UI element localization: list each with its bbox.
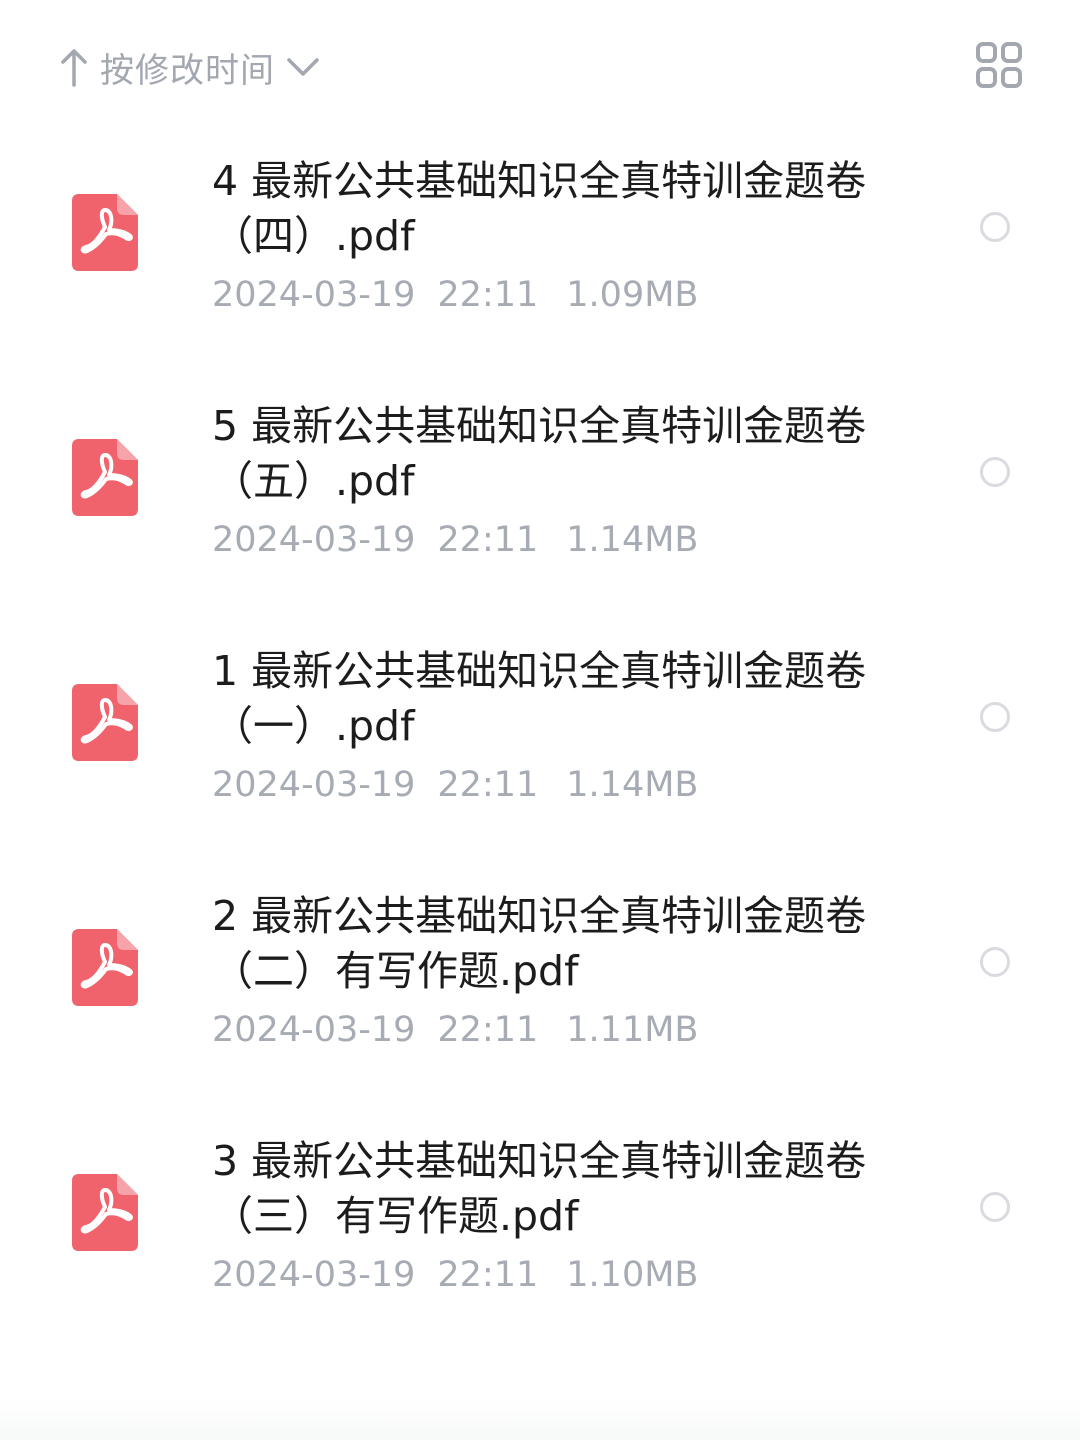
file-size: 1.14MB <box>566 520 699 560</box>
file-time: 22:11 <box>437 520 539 560</box>
grid-view-icon <box>974 40 1024 94</box>
file-name: 5 最新公共基础知识全真特训金题卷（五）.pdf <box>212 402 867 505</box>
file-name: 2 最新公共基础知识全真特训金题卷（二）有写作题.pdf <box>212 892 867 995</box>
file-row[interactable]: 4 最新公共基础知识全真特训金题卷（四）.pdf 2024-03-19 22:11… <box>0 140 1080 385</box>
pdf-file-icon <box>72 194 138 271</box>
file-meta: 2024-03-19 22:11 1.14MB <box>212 518 698 562</box>
file-date: 2024-03-19 <box>212 1255 416 1295</box>
file-name: 4 最新公共基础知识全真特训金题卷（四）.pdf <box>212 157 867 260</box>
file-time: 22:11 <box>437 275 539 315</box>
file-meta: 2024-03-19 22:11 1.09MB <box>212 273 698 317</box>
file-size: 1.09MB <box>566 275 699 315</box>
file-meta: 2024-03-19 22:11 1.10MB <box>212 1253 698 1297</box>
file-time: 22:11 <box>437 765 539 805</box>
file-time: 22:11 <box>437 1255 539 1295</box>
chevron-down-icon <box>285 55 321 79</box>
file-size: 1.10MB <box>566 1255 699 1295</box>
pdf-file-icon <box>72 439 138 516</box>
file-row[interactable]: 2 最新公共基础知识全真特训金题卷（二）有写作题.pdf 2024-03-19 2… <box>0 875 1080 1120</box>
file-row[interactable]: 3 最新公共基础知识全真特训金题卷（三）有写作题.pdf 2024-03-19 2… <box>0 1120 1080 1365</box>
select-radio[interactable] <box>980 212 1010 242</box>
file-row[interactable]: 5 最新公共基础知识全真特训金题卷（五）.pdf 2024-03-19 22:11… <box>0 385 1080 630</box>
select-radio[interactable] <box>980 1192 1010 1222</box>
file-name: 1 最新公共基础知识全真特训金题卷（一）.pdf <box>212 647 867 750</box>
file-date: 2024-03-19 <box>212 275 416 315</box>
file-date: 2024-03-19 <box>212 1010 416 1050</box>
pdf-file-icon <box>72 1174 138 1251</box>
file-size: 1.11MB <box>566 1010 699 1050</box>
arrow-up-icon <box>60 47 88 87</box>
file-name: 3 最新公共基础知识全真特训金题卷（三）有写作题.pdf <box>212 1137 867 1240</box>
file-size: 1.14MB <box>566 765 699 805</box>
file-date: 2024-03-19 <box>212 765 416 805</box>
file-time: 22:11 <box>437 1010 539 1050</box>
file-browser-page: 按修改时间 4 最新公共基础知识全真特训金题卷（四）.pdf 2024-03-1… <box>0 0 1080 1440</box>
pdf-file-icon <box>72 929 138 1006</box>
select-radio[interactable] <box>980 702 1010 732</box>
file-meta: 2024-03-19 22:11 1.14MB <box>212 763 698 807</box>
select-radio[interactable] <box>980 457 1010 487</box>
bottom-edge <box>0 1400 1080 1440</box>
sort-label: 按修改时间 <box>100 50 275 91</box>
file-date: 2024-03-19 <box>212 520 416 560</box>
file-row[interactable]: 1 最新公共基础知识全真特训金题卷（一）.pdf 2024-03-19 22:11… <box>0 630 1080 875</box>
select-radio[interactable] <box>980 947 1010 977</box>
file-meta: 2024-03-19 22:11 1.11MB <box>212 1008 698 1052</box>
view-toggle-button[interactable] <box>972 40 1026 94</box>
pdf-file-icon <box>72 684 138 761</box>
sort-selector[interactable]: 按修改时间 <box>60 40 321 94</box>
